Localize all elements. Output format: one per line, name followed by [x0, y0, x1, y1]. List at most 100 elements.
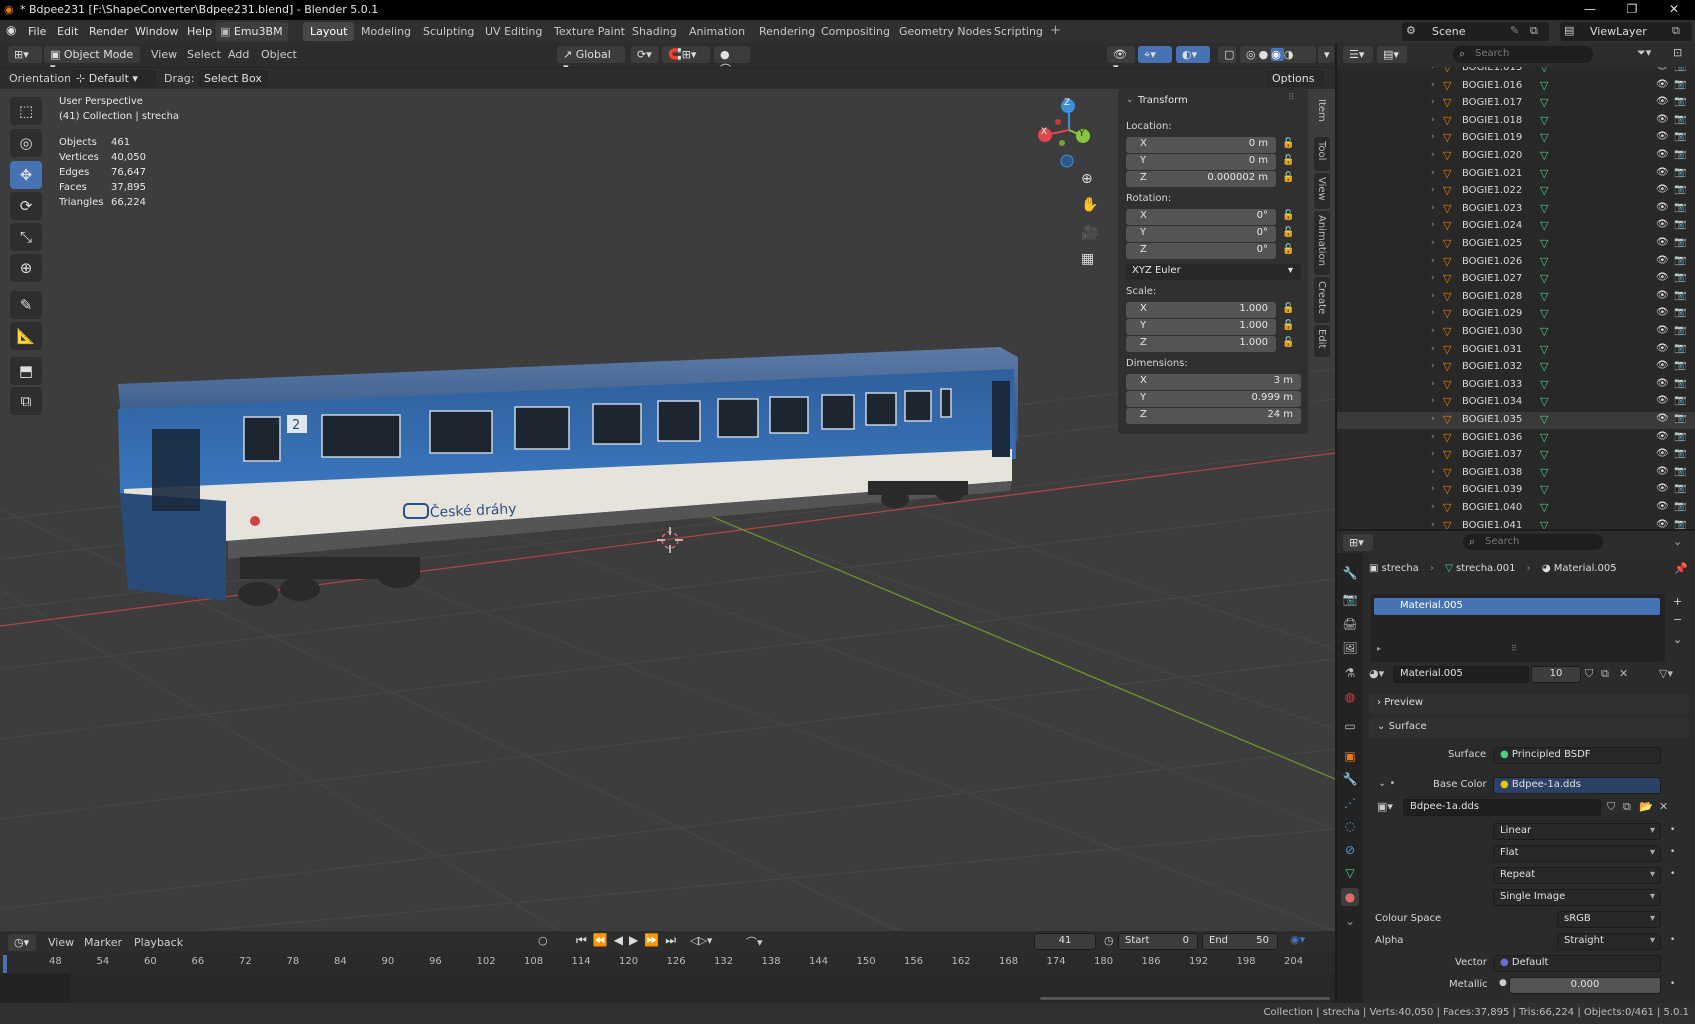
render-camera-icon[interactable]: 📷	[1674, 325, 1686, 336]
workspace-chip[interactable]: ▣ Emu3BM	[216, 22, 288, 41]
slot-specials-button[interactable]: ⌄	[1673, 633, 1682, 646]
auto-keying-toggle[interactable]: ○	[538, 934, 548, 947]
render-camera-icon[interactable]: 📷	[1674, 96, 1686, 107]
expand-arrow-icon[interactable]: ›	[1431, 361, 1435, 371]
orientation-dropdown[interactable]: ⊹ Default ▾	[70, 70, 156, 87]
expand-arrow-icon[interactable]: ›	[1431, 256, 1435, 266]
outliner-display-mode[interactable]: ▤▾	[1377, 46, 1407, 63]
shading-dropdown[interactable]: ▾	[1318, 46, 1334, 63]
mesh-data-icon[interactable]: ▽	[1540, 325, 1548, 338]
tab-layout[interactable]: Layout	[303, 22, 355, 41]
keyframe-dot[interactable]: •	[1670, 979, 1675, 989]
object-tab-icon[interactable]: ▣	[1341, 747, 1359, 765]
expand-arrow-icon[interactable]: ›	[1431, 220, 1435, 230]
render-camera-icon[interactable]: 📷	[1674, 255, 1686, 266]
render-camera-icon[interactable]: 📷	[1674, 67, 1686, 72]
ortho-grid-icon[interactable]: ▦	[1081, 251, 1094, 267]
expand-arrow-icon[interactable]: ›	[1431, 432, 1435, 442]
mesh-data-icon[interactable]: ▽	[1540, 307, 1548, 320]
render-camera-icon[interactable]: 📷	[1674, 343, 1686, 354]
start-frame-field[interactable]: Start 0	[1118, 933, 1198, 950]
outliner-row[interactable]: › ▽ BOGIE1.021 ▽ 👁 📷	[1337, 166, 1695, 183]
scene-tab-icon[interactable]: ⚗	[1341, 664, 1359, 682]
colour-space-dropdown[interactable]: sRGB ▾	[1557, 911, 1661, 928]
dimensions-y-field[interactable]: Y 0.999 m	[1126, 391, 1301, 407]
image-name-field[interactable]: Bdpee-1a.dds	[1403, 799, 1601, 816]
proportional-edit-toggle[interactable]: ● ⌒	[714, 46, 750, 76]
modifier-tab-icon[interactable]: 🔧	[1341, 770, 1359, 788]
visibility-eye-icon[interactable]: 👁	[1656, 343, 1669, 354]
gizmo-z-label[interactable]: Z	[1064, 98, 1070, 108]
outliner-row[interactable]: › ▽ BOGIE1.031 ▽ 👁 📷	[1337, 342, 1695, 359]
new-collection-icon[interactable]: ⊡	[1673, 46, 1682, 59]
mesh-data-icon[interactable]: ▽	[1540, 413, 1548, 426]
scale-z-field[interactable]: Z 1.000	[1126, 336, 1276, 352]
visibility-eye-icon[interactable]: 👁	[1656, 307, 1669, 318]
base-color-expand-icon[interactable]: ⌄ •	[1378, 778, 1395, 789]
mesh-data-icon[interactable]: ▽	[1540, 131, 1548, 144]
dimensions-x-field[interactable]: X 3 m	[1126, 374, 1301, 390]
outliner-row[interactable]: › ▽ BOGIE1.022 ▽ 👁 📷	[1337, 183, 1695, 200]
tab-geometry-nodes[interactable]: Geometry Nodes	[892, 22, 999, 41]
mesh-data-icon[interactable]: ▽	[1540, 219, 1548, 232]
visibility-eye-icon[interactable]: 👁	[1656, 67, 1669, 72]
timeline[interactable]: 48 54 60 66 72 78 84 90 96 102 108 114 120 126 132 138 1…	[0, 953, 1335, 1003]
physics-tab-icon[interactable]: ◌	[1341, 817, 1359, 835]
rotation-mode-dropdown[interactable]: XYZ Euler ▾	[1126, 264, 1301, 280]
shading-modes[interactable]: ◎●◉◑	[1240, 46, 1316, 63]
expand-arrow-icon[interactable]: ›	[1431, 484, 1435, 494]
outliner-row[interactable]: › ▽ BOGIE1.016 ▽ 👁 📷	[1337, 78, 1695, 95]
tab-sculpting[interactable]: Sculpting	[416, 22, 481, 41]
material-name-field[interactable]: Material.005	[1393, 666, 1529, 683]
scale-x-field[interactable]: X 1.000	[1126, 302, 1276, 318]
menu-select[interactable]: Select	[187, 48, 221, 61]
blender-menu-icon[interactable]: ◉	[6, 23, 16, 37]
outliner-row[interactable]: › ▽ BOGIE1.036 ▽ 👁 📷	[1337, 430, 1695, 447]
rotation-y-field[interactable]: Y 0°	[1126, 226, 1276, 242]
world-tab-icon[interactable]: ◍	[1341, 688, 1359, 706]
menu-render[interactable]: Render	[89, 25, 128, 38]
move-tool-icon[interactable]: ✥	[10, 161, 42, 189]
lock-icon[interactable]: 🔓	[1282, 138, 1294, 149]
material-slot-list[interactable]: Material.005 ▸ ⠿	[1371, 594, 1665, 662]
timeline-menu-marker[interactable]: Marker	[84, 936, 122, 949]
render-camera-icon[interactable]: 📷	[1674, 79, 1686, 90]
fake-user-icon[interactable]: ⛉	[1607, 800, 1615, 814]
visibility-eye-icon[interactable]: 👁	[1656, 96, 1669, 107]
visibility-dropdown[interactable]: 👁▾	[1107, 46, 1135, 74]
object-mode-dropdown[interactable]: ▣ Object Mode ▾	[44, 46, 140, 74]
transform-tool-icon[interactable]: ⊕	[10, 254, 42, 282]
location-z-field[interactable]: Z 0.000002 m	[1126, 171, 1276, 187]
mesh-data-icon[interactable]: ▽	[1540, 79, 1548, 92]
mesh-data-icon[interactable]: ▽	[1540, 96, 1548, 109]
visibility-eye-icon[interactable]: 👁	[1656, 219, 1669, 230]
outliner-row[interactable]: › ▽ BOGIE1.039 ▽ 👁 📷	[1337, 482, 1695, 499]
menu-window[interactable]: Window	[135, 25, 178, 38]
alpha-dropdown[interactable]: Straight ▾	[1557, 933, 1661, 950]
outliner-row[interactable]: › ▽ BOGIE1.015 ▽ 👁 📷	[1337, 67, 1695, 77]
prev-keyframe-icon[interactable]: ⏪	[593, 933, 614, 947]
lock-icon[interactable]: 🔓	[1282, 303, 1294, 314]
duplicate-icon[interactable]: ⧉	[1623, 800, 1631, 814]
pin-icon[interactable]: 📌	[1674, 562, 1688, 575]
sidebar-tab-tool[interactable]: Tool	[1314, 137, 1330, 171]
rotate-tool-icon[interactable]: ⟳	[10, 192, 42, 220]
render-camera-icon[interactable]: 📷	[1674, 360, 1686, 371]
outliner-row[interactable]: › ▽ BOGIE1.028 ▽ 👁 📷	[1337, 289, 1695, 306]
visibility-eye-icon[interactable]: 👁	[1656, 413, 1669, 424]
rotation-x-field[interactable]: X 0°	[1126, 209, 1276, 225]
menu-object[interactable]: Object	[261, 48, 297, 61]
open-folder-icon[interactable]: 📂	[1639, 800, 1653, 813]
expand-arrow-icon[interactable]: ›	[1431, 344, 1435, 354]
tab-animation[interactable]: Animation	[682, 22, 752, 41]
expand-arrow-icon[interactable]: ›	[1431, 467, 1435, 477]
visibility-eye-icon[interactable]: 👁	[1656, 448, 1669, 459]
unlink-icon[interactable]: ✕	[1659, 800, 1668, 813]
scale-tool-icon[interactable]: ⤡	[10, 223, 42, 251]
render-camera-icon[interactable]: 📷	[1674, 395, 1686, 406]
new-scene-icon[interactable]: ⧉	[1530, 24, 1538, 38]
remove-slot-button[interactable]: −	[1673, 613, 1682, 626]
location-x-field[interactable]: X 0 m	[1126, 137, 1276, 153]
add-workspace-button[interactable]: +	[1050, 23, 1061, 38]
mesh-data-icon[interactable]: ▽	[1540, 343, 1548, 356]
